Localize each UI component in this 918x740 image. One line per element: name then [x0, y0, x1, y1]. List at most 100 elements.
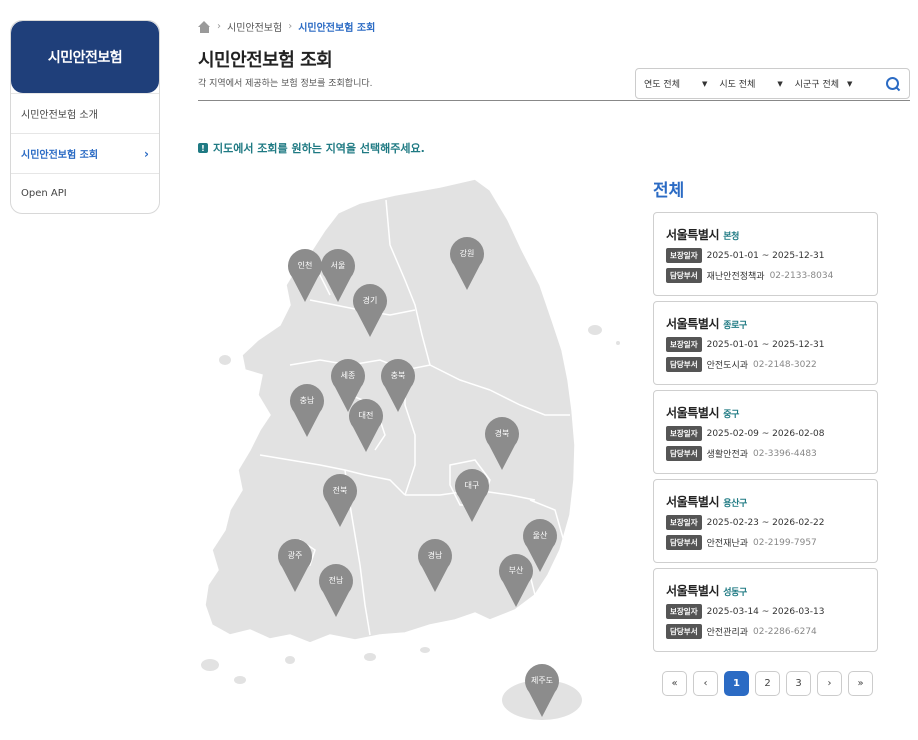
year-select-value: 연도 전체 [644, 80, 680, 90]
sidebar-item-open-api[interactable]: Open API [11, 173, 159, 213]
district-select-value: 시군구 전체 [794, 80, 840, 90]
island [364, 653, 376, 661]
alert-icon: ! [198, 143, 208, 153]
card-period: 2025-03-14 ~ 2026-03-13 [706, 606, 825, 617]
period-badge: 보장일자 [666, 426, 702, 441]
card-city: 서울특별시 [666, 584, 720, 598]
map-pin-label: 충북 [391, 371, 406, 380]
map-pin-label: 전북 [333, 485, 348, 495]
caret-down-icon: ▼ [701, 79, 708, 88]
dept-badge: 담당부서 [666, 357, 702, 372]
period-badge: 보장일자 [666, 515, 702, 530]
province-select[interactable]: 시도 전체 ▼ [719, 77, 794, 91]
card-dept: 생활안전과 [706, 450, 749, 460]
period-badge: 보장일자 [666, 337, 702, 352]
dept-badge: 담당부서 [666, 535, 702, 550]
island [219, 355, 231, 365]
card-period: 2025-01-01 ~ 2025-12-31 [706, 250, 825, 261]
sidebar-title: 시민안전보험 [11, 21, 159, 93]
period-badge: 보장일자 [666, 604, 702, 619]
island [616, 341, 620, 345]
home-icon[interactable] [198, 20, 211, 33]
results-list: 서울특별시 본청 보장일자 2025-01-01 ~ 2025-12-31 담당부서… [653, 212, 878, 657]
card-district: 종로구 [723, 321, 747, 331]
card-phone: 02-2148-3022 [753, 359, 817, 370]
map-pin-label: 서울 [331, 261, 346, 270]
card-dept: 재난안전정책과 [706, 272, 765, 282]
sidebar-item-label: Open API [21, 188, 67, 199]
card-dept: 안전관리과 [706, 628, 749, 638]
map-pin-label: 부산 [509, 565, 524, 575]
map-pin-label: 경북 [495, 428, 510, 438]
map-pin-label: 인천 [298, 260, 313, 270]
card-city: 서울특별시 [666, 317, 720, 331]
island [588, 325, 602, 335]
map-pin-label: 충남 [300, 396, 315, 405]
breadcrumb-separator: › [217, 21, 221, 32]
search-icon[interactable] [885, 76, 901, 92]
map-pin-label: 대전 [359, 410, 374, 420]
map-pin-label: 대구 [465, 481, 480, 490]
province-select-value: 시도 전체 [719, 80, 756, 90]
breadcrumb-separator: › [288, 21, 293, 32]
map-pin-label: 전남 [329, 575, 344, 585]
last-page-button[interactable]: » [848, 671, 873, 696]
card-district: 용산구 [723, 499, 747, 509]
card-city: 서울특별시 [666, 228, 720, 242]
map-pin-label: 강원 [460, 248, 475, 258]
island [285, 656, 295, 664]
card-dept: 안전재난과 [706, 539, 749, 549]
card-city: 서울특별시 [666, 495, 720, 509]
card-district: 성동구 [723, 588, 747, 598]
district-select[interactable]: 시군구 전체 ▼ [794, 77, 853, 91]
sidebar-item-intro[interactable]: 시민안전보험 소개 [11, 93, 159, 133]
sidebar-item-label: 시민안전보험 소개 [21, 110, 98, 121]
notice-text: 지도에서 조회를 원하는 지역을 선택해주세요. [213, 142, 425, 155]
dept-badge: 담당부서 [666, 624, 702, 639]
card-phone: 02-3396-4483 [753, 448, 817, 459]
card-period: 2025-01-01 ~ 2025-12-31 [706, 339, 825, 350]
page-button-1[interactable]: 1 [724, 671, 749, 696]
page-button-2[interactable]: 2 [755, 671, 780, 696]
insurance-card[interactable]: 서울특별시 본청 보장일자 2025-01-01 ~ 2025-12-31 담당부서… [653, 212, 878, 296]
map-pin-label: 경기 [363, 295, 378, 305]
island [420, 647, 430, 653]
map-pin-label: 울산 [533, 530, 548, 540]
island [234, 676, 246, 684]
breadcrumb-current: 시민안전보험 조회 [298, 23, 376, 34]
sidebar: 시민안전보험 시민안전보험 소개 시민안전보험 조회 › Open API [10, 20, 160, 214]
card-phone: 02-2199-7957 [753, 537, 817, 548]
map-pin-label: 광주 [288, 550, 303, 560]
page-subtitle: 각 지역에서 제공하는 보험 정보를 조회합니다. [198, 79, 373, 89]
first-page-button[interactable]: « [662, 671, 687, 696]
korea-map[interactable]: 인천 서울 경기 강원 세종 충북 충남 대전 경북 전북 대구 울산 광주 경남 부산 전남 제주도 [190, 165, 630, 730]
dept-badge: 담당부서 [666, 268, 702, 283]
insurance-card[interactable]: 서울특별시 성동구 보장일자 2025-03-14 ~ 2026-03-13 담당부… [653, 568, 878, 652]
results-heading: 전체 [653, 181, 685, 201]
card-period: 2025-02-09 ~ 2026-02-08 [706, 428, 825, 439]
chevron-right-icon: › [144, 146, 149, 161]
card-period: 2025-02-23 ~ 2026-02-22 [706, 517, 825, 528]
year-select[interactable]: 연도 전체 ▼ [644, 77, 719, 91]
card-dept: 안전도시과 [706, 361, 749, 371]
breadcrumb-item[interactable]: 시민안전보험 [227, 19, 282, 34]
breadcrumb: › 시민안전보험 › 시민안전보험 조회 [198, 19, 375, 34]
prev-page-button[interactable]: ‹ [693, 671, 718, 696]
next-page-button[interactable]: › [817, 671, 842, 696]
pagination: « ‹ 1 2 3 › » [662, 671, 873, 696]
island [201, 659, 219, 671]
sidebar-item-lookup[interactable]: 시민안전보험 조회 › [11, 133, 159, 173]
card-phone: 02-2133-8034 [769, 270, 834, 281]
page-button-3[interactable]: 3 [786, 671, 811, 696]
filter-bar: 연도 전체 ▼ 시도 전체 ▼ 시군구 전체 ▼ [635, 68, 910, 99]
map-notice: ! 지도에서 조회를 원하는 지역을 선택해주세요. [198, 140, 425, 156]
insurance-card[interactable]: 서울특별시 중구 보장일자 2025-02-09 ~ 2026-02-08 담당부서… [653, 390, 878, 474]
map-pin-label: 경남 [428, 550, 443, 560]
caret-down-icon: ▼ [777, 79, 783, 88]
insurance-card[interactable]: 서울특별시 종로구 보장일자 2025-01-01 ~ 2025-12-31 담당부… [653, 301, 878, 385]
korea-map-svg[interactable]: 인천 서울경기 강원세종 충북충남대전경북전북 대구울산광주 경남부산전남제주도 [190, 165, 630, 730]
caret-down-icon: ▼ [847, 79, 853, 88]
card-district: 본청 [723, 232, 739, 242]
insurance-card[interactable]: 서울특별시 용산구 보장일자 2025-02-23 ~ 2026-02-22 담당부… [653, 479, 878, 563]
map-pin-label: 제주도 [531, 676, 553, 685]
